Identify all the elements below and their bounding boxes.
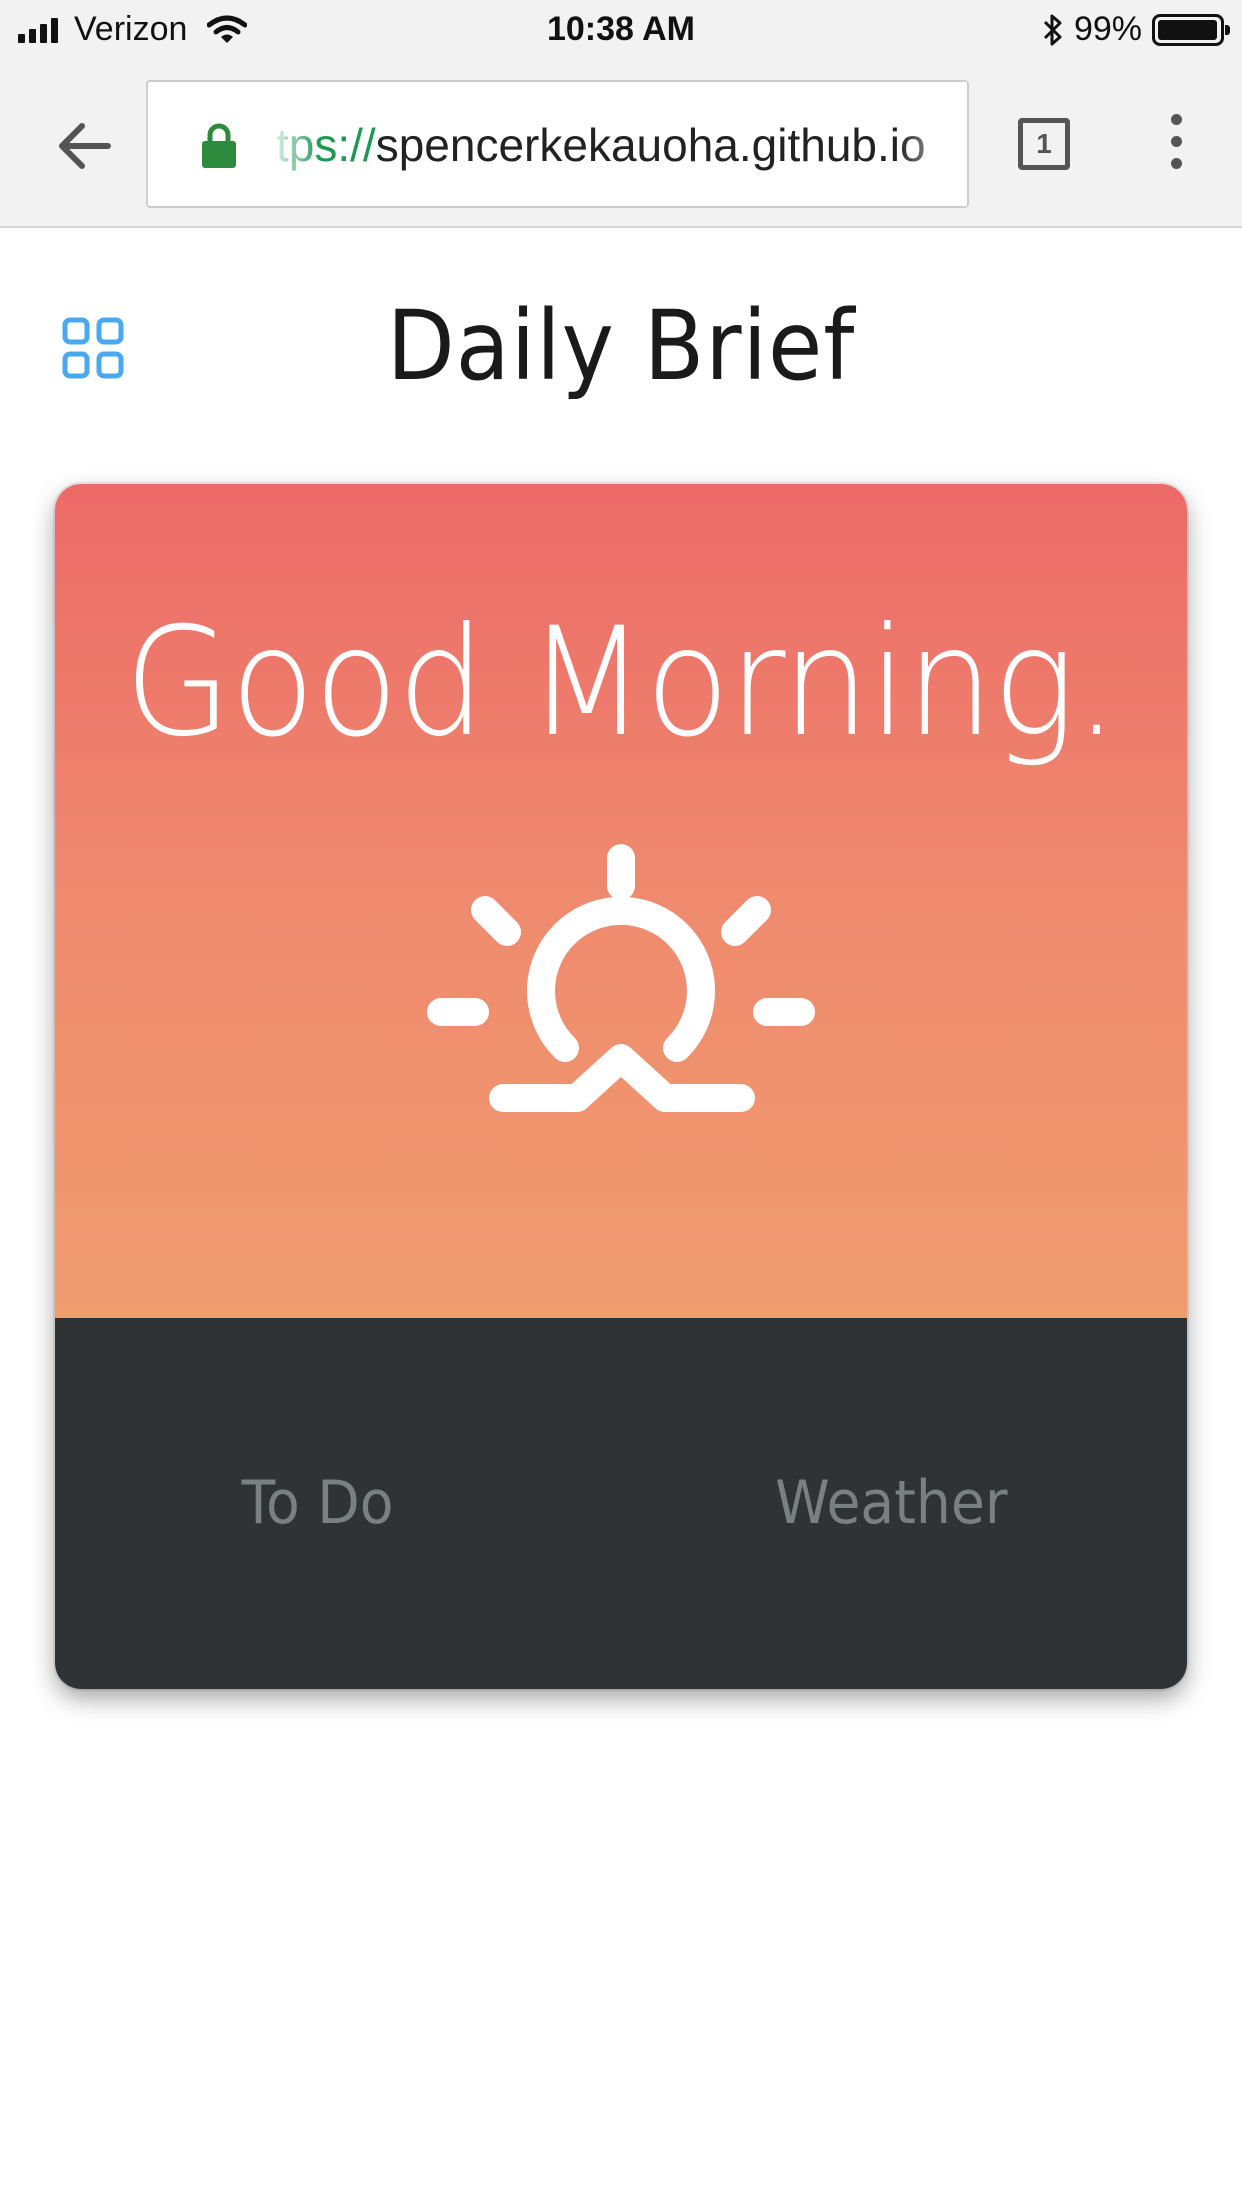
url-text[interactable]: tps://spencerkekauoha.github.io bbox=[276, 118, 926, 172]
tab-weather[interactable]: Weather bbox=[775, 1468, 1007, 1538]
greeting-panel: Good Morning. bbox=[55, 484, 1187, 1318]
status-bar-right: 99% bbox=[1042, 10, 1230, 49]
overflow-menu-icon[interactable] bbox=[1162, 114, 1190, 174]
browser-toolbar: tps://spencerkekauoha.github.io 1 bbox=[0, 62, 1242, 228]
battery-percent: 99% bbox=[1073, 10, 1142, 48]
address-bar[interactable]: tps://spencerkekauoha.github.io bbox=[146, 80, 969, 208]
tabs-icon[interactable]: 1 bbox=[1018, 118, 1070, 170]
lock-icon bbox=[202, 123, 236, 168]
sunrise-icon bbox=[427, 844, 815, 1112]
battery-icon bbox=[1152, 13, 1230, 46]
battery-level bbox=[1158, 19, 1218, 40]
url-fade-right bbox=[897, 82, 967, 206]
greeting-text: Good Morning. bbox=[124, 596, 1118, 770]
status-bar: Verizon 10:38 AM 99% bbox=[0, 0, 1242, 62]
tab-todo[interactable]: To Do bbox=[242, 1468, 394, 1538]
bluetooth-icon bbox=[1043, 14, 1062, 45]
back-arrow-icon[interactable] bbox=[52, 114, 116, 178]
card-nav: To Do Weather bbox=[55, 1318, 1187, 1689]
url-fade-left bbox=[270, 82, 320, 206]
page-title: Daily Brief bbox=[386, 290, 856, 402]
tab-count: 1 bbox=[1036, 128, 1052, 159]
url-host: spencerkekauoha.github.io bbox=[375, 119, 926, 171]
brief-card: Good Morning. To Do Weather bbox=[55, 484, 1187, 1689]
